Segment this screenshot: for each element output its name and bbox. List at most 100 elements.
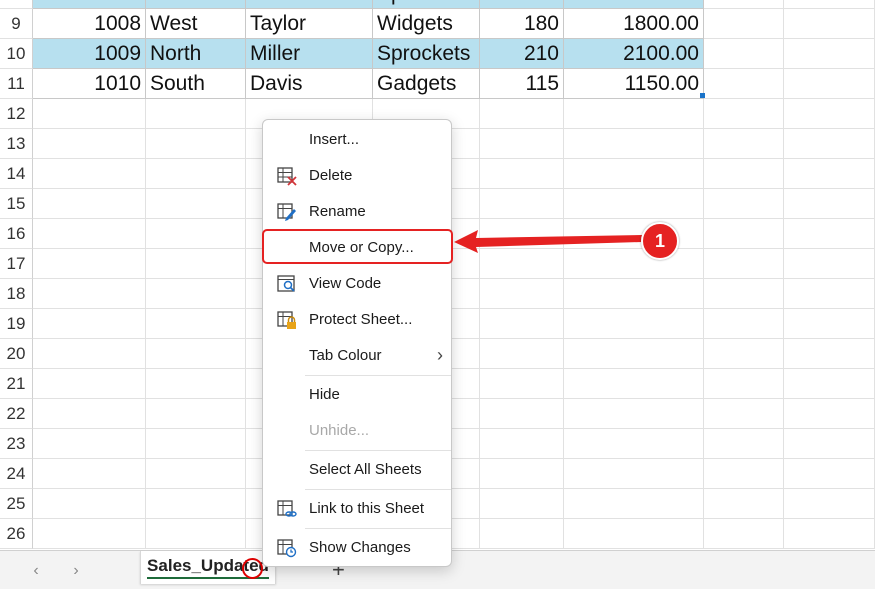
row-header[interactable]: 8 [0,0,33,9]
cell[interactable] [704,189,784,219]
cell[interactable] [704,369,784,399]
cell[interactable] [146,189,246,219]
cell[interactable]: 1009 [33,39,146,69]
cell[interactable] [33,249,146,279]
cell[interactable] [564,489,704,519]
cell[interactable] [704,399,784,429]
row-header[interactable]: 26 [0,519,33,549]
cell[interactable]: 1007 [33,0,146,9]
cell[interactable] [564,339,704,369]
cell[interactable] [704,39,784,69]
row-header[interactable]: 17 [0,249,33,279]
cell[interactable] [784,459,875,489]
cell[interactable] [33,339,146,369]
row-header[interactable]: 16 [0,219,33,249]
cell[interactable] [33,519,146,549]
menu-item-tab-colour[interactable]: Tab Colour › [263,340,453,372]
cell[interactable]: 1800.00 [564,9,704,39]
menu-item-insert[interactable]: Insert... [263,124,453,156]
row-header[interactable]: 24 [0,459,33,489]
cell[interactable] [704,99,784,129]
cell[interactable] [480,429,564,459]
cell[interactable] [704,69,784,99]
cell[interactable] [146,279,246,309]
cell[interactable] [480,99,564,129]
cell[interactable] [784,399,875,429]
row-header[interactable]: 14 [0,159,33,189]
cell[interactable]: 180 [480,9,564,39]
cell[interactable] [33,459,146,489]
cell[interactable]: Gadgets [373,69,480,99]
cell[interactable] [33,489,146,519]
cell[interactable] [33,219,146,249]
row-header[interactable]: 10 [0,39,33,69]
cell[interactable] [564,99,704,129]
row-header[interactable]: 11 [0,69,33,99]
cell[interactable] [564,399,704,429]
cell[interactable] [704,249,784,279]
cell[interactable] [480,489,564,519]
cell[interactable] [146,369,246,399]
cell[interactable] [480,189,564,219]
cell[interactable] [704,9,784,39]
cell[interactable]: Davis [246,69,373,99]
cell[interactable] [146,249,246,279]
cell[interactable] [784,429,875,459]
chevron-right-icon[interactable]: › [64,559,88,583]
cell[interactable] [33,369,146,399]
cell[interactable] [480,279,564,309]
cell[interactable] [784,0,875,9]
cell[interactable] [704,519,784,549]
cell[interactable] [704,339,784,369]
cell[interactable] [564,129,704,159]
cell[interactable] [33,99,146,129]
cell[interactable] [33,309,146,339]
cell[interactable] [480,339,564,369]
cell[interactable] [33,279,146,309]
cell[interactable] [784,249,875,279]
cell[interactable] [704,459,784,489]
cell[interactable]: 2100.00 [564,39,704,69]
cell[interactable] [146,159,246,189]
cell[interactable]: Sprockets [373,39,480,69]
cell[interactable] [564,159,704,189]
cell[interactable] [146,339,246,369]
cell[interactable] [480,369,564,399]
cell[interactable] [704,159,784,189]
cell[interactable] [784,189,875,219]
cell[interactable] [480,459,564,489]
menu-item-view-code[interactable]: View Code [263,268,453,300]
row-header[interactable]: 20 [0,339,33,369]
cell[interactable] [33,429,146,459]
cell[interactable] [564,189,704,219]
row-header[interactable]: 19 [0,309,33,339]
cell[interactable]: 1150.00 [564,69,704,99]
cell[interactable] [704,489,784,519]
cell[interactable] [33,129,146,159]
cell[interactable] [564,459,704,489]
cell[interactable] [146,99,246,129]
cell[interactable] [480,129,564,159]
cell[interactable] [33,399,146,429]
cell[interactable] [480,159,564,189]
chevron-left-icon[interactable]: ‹ [24,559,48,583]
cell[interactable] [784,69,875,99]
row-header[interactable]: 23 [0,429,33,459]
row-header[interactable]: 21 [0,369,33,399]
cell[interactable] [704,309,784,339]
cell[interactable] [784,9,875,39]
cell[interactable] [146,519,246,549]
cell[interactable] [704,129,784,159]
cell[interactable] [146,309,246,339]
cell[interactable] [784,369,875,399]
cell[interactable] [784,279,875,309]
row-header[interactable]: 15 [0,189,33,219]
cell[interactable] [784,129,875,159]
menu-item-link-to-this-sheet[interactable]: Link to this Sheet [263,493,453,525]
menu-item-show-changes[interactable]: Show Changes [263,532,453,564]
cell[interactable] [480,309,564,339]
cell[interactable]: Sprockets [373,0,480,9]
menu-item-select-all-sheets[interactable]: Select All Sheets [263,454,453,486]
cell[interactable] [784,489,875,519]
cell[interactable] [784,159,875,189]
